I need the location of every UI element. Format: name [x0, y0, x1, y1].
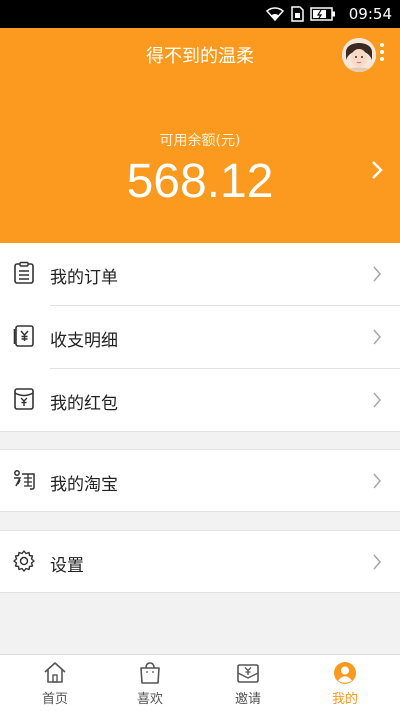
menu-item-taobao[interactable]: 我的淘宝: [0, 450, 400, 512]
chevron-right-icon: [373, 329, 382, 345]
profile-header: 得不到的温柔 可用余额(元) 568.12: [0, 28, 400, 243]
balance-chevron-icon[interactable]: [370, 160, 384, 180]
sim-icon: [291, 6, 304, 22]
menu-item-settings[interactable]: 设置: [0, 531, 400, 593]
tab-invite-label: 邀请: [234, 692, 261, 707]
wifi-icon: [266, 7, 284, 21]
tab-favorites[interactable]: 喜欢: [100, 655, 200, 711]
tab-home-label: 首页: [41, 692, 68, 707]
menu-section-account: 我的订单 收支明细 我的红包: [0, 243, 400, 431]
section-separator: [0, 511, 400, 512]
menu-item-taobao-label: 我的淘宝: [50, 475, 118, 495]
red-packet-icon: [14, 388, 34, 410]
battery-icon: [310, 7, 335, 21]
chevron-right-icon: [373, 266, 382, 282]
status-time: 09:54: [348, 5, 392, 23]
home-icon: [44, 662, 66, 683]
taobao-icon: [14, 470, 35, 490]
tab-home[interactable]: 首页: [5, 655, 105, 711]
tab-mine[interactable]: 我的: [295, 655, 395, 711]
section-separator: [0, 431, 400, 432]
page-title: 得不到的温柔: [146, 46, 254, 67]
menu-item-transactions[interactable]: 收支明细: [0, 306, 400, 368]
menu-item-transactions-label: 收支明细: [50, 331, 118, 351]
avatar-image: [342, 38, 376, 72]
tab-mine-label: 我的: [331, 692, 358, 707]
menu-section-taobao: 我的淘宝: [0, 449, 400, 511]
status-icons: [266, 6, 336, 22]
envelope-icon: [237, 664, 259, 683]
balance-label: 可用余额(元): [159, 133, 241, 149]
menu-item-orders-label: 我的订单: [50, 268, 118, 288]
menu-item-orders[interactable]: 我的订单: [0, 243, 400, 305]
chevron-right-icon: [373, 392, 382, 408]
chevron-right-icon: [373, 554, 382, 570]
chevron-right-icon: [373, 473, 382, 489]
balance-value[interactable]: 568.12: [0, 154, 400, 209]
menu-item-red-packets-label: 我的红包: [50, 394, 118, 414]
menu-item-settings-label: 设置: [50, 556, 84, 576]
section-separator: [0, 592, 400, 593]
yuan-receipt-icon: [13, 325, 34, 347]
status-bar: 09:54: [0, 0, 400, 28]
tab-invite[interactable]: 邀请: [198, 655, 298, 711]
clipboard-icon: [14, 261, 34, 284]
tab-favorites-label: 喜欢: [136, 692, 163, 707]
bag-icon: [140, 662, 160, 684]
menu-section-settings: 设置: [0, 530, 400, 592]
more-menu-icon[interactable]: [379, 41, 385, 69]
bottom-tab-bar: 首页 喜欢 邀请 我的: [0, 654, 400, 711]
avatar[interactable]: [342, 38, 376, 72]
user-icon: [334, 662, 356, 684]
gear-icon: [13, 550, 35, 572]
menu-item-red-packets[interactable]: 我的红包: [0, 369, 400, 431]
